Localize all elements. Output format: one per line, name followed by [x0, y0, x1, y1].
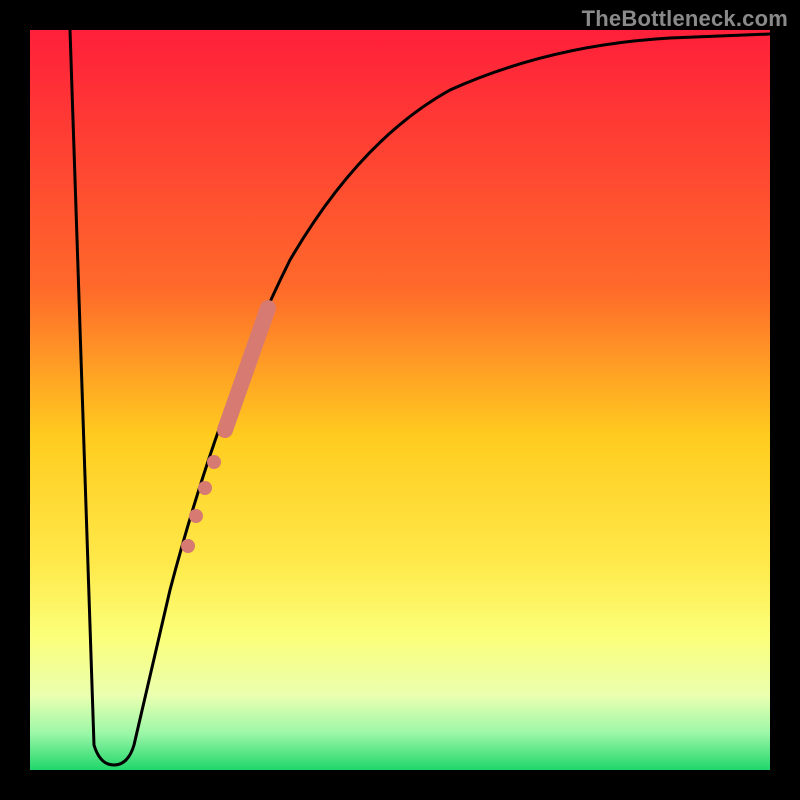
highlight-markers	[181, 308, 268, 553]
marker-dot	[207, 455, 221, 469]
plot-area	[30, 30, 770, 770]
chart-frame: TheBottleneck.com	[0, 0, 800, 800]
marker-dot	[198, 481, 212, 495]
watermark-text: TheBottleneck.com	[582, 6, 788, 32]
marker-dot	[189, 509, 203, 523]
curve-layer	[30, 30, 770, 770]
marker-dot	[181, 539, 195, 553]
bottleneck-curve	[70, 30, 770, 765]
marker-capsule	[225, 308, 268, 430]
